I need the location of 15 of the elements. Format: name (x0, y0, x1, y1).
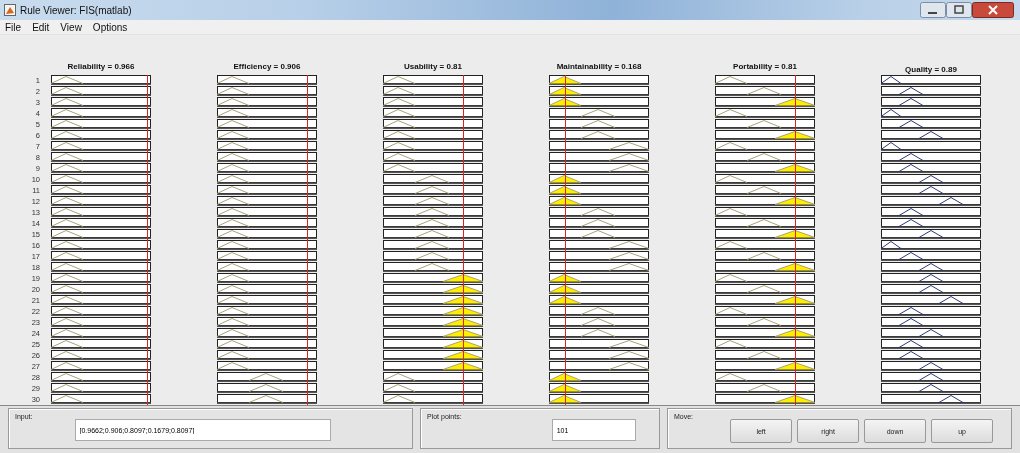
close-icon[interactable] (972, 2, 1014, 18)
variable-title: Efficiency = 0.906 (233, 62, 301, 71)
variable-title: Reliability = 0.966 (67, 62, 135, 71)
menu-item[interactable]: Options (92, 21, 128, 33)
minimize-icon[interactable] (920, 2, 946, 18)
menu-item[interactable]: View (60, 21, 82, 33)
app-icon (4, 4, 16, 16)
variable-title: Portability = 0.81 (733, 62, 797, 71)
maximize-icon[interactable] (946, 2, 972, 18)
window-title: Rule Viewer: FIS(matlab) (20, 4, 132, 16)
variable-title: Usability = 0.81 (404, 62, 462, 71)
menu-item[interactable]: Edit (32, 21, 50, 33)
menu-item[interactable]: File (5, 21, 22, 33)
variable-title: Maintainability = 0.168 (556, 62, 642, 71)
variable-title: Quality = 0.89 (905, 65, 957, 74)
